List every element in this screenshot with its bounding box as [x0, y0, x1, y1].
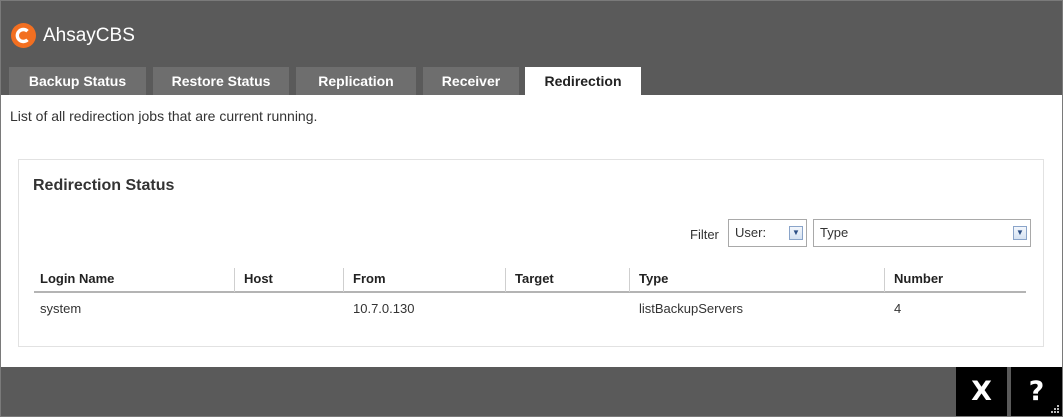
tab-bar: Backup Status Restore Status Replication…: [1, 63, 1062, 95]
cell-login-name: system: [40, 301, 82, 316]
footer-bar: X ?: [1, 367, 1062, 416]
column-header-host[interactable]: Host: [244, 271, 273, 286]
table-header: Login Name Host From Target Type Number: [34, 263, 1026, 293]
tab-redirection[interactable]: Redirection: [525, 67, 641, 95]
type-filter-select[interactable]: Type ▼: [813, 219, 1031, 247]
column-divider: [505, 268, 506, 292]
cell-type: listBackupServers: [639, 301, 744, 316]
type-filter-value: Type: [820, 225, 849, 240]
column-divider: [629, 268, 630, 292]
cell-number: 4: [894, 301, 902, 316]
user-filter-value: User:: [735, 225, 767, 240]
column-divider: [884, 268, 885, 292]
tab-receiver[interactable]: Receiver: [423, 67, 519, 95]
page-description: List of all redirection jobs that are cu…: [10, 108, 318, 124]
column-divider: [234, 268, 235, 292]
column-header-type[interactable]: Type: [639, 271, 668, 286]
column-header-login-name[interactable]: Login Name: [40, 271, 114, 286]
redirection-status-panel: Redirection Status Filter User: ▼ Type ▼…: [18, 159, 1044, 347]
chevron-down-icon: ▼: [1013, 226, 1027, 240]
cell-from: 10.7.0.130: [353, 301, 415, 316]
user-filter-select[interactable]: User: ▼: [728, 219, 807, 247]
column-header-from[interactable]: From: [353, 271, 386, 286]
column-header-number[interactable]: Number: [894, 271, 943, 286]
tab-replication[interactable]: Replication: [296, 67, 416, 95]
tab-restore-status[interactable]: Restore Status: [153, 67, 289, 95]
filter-label: Filter: [690, 227, 719, 242]
panel-title: Redirection Status: [33, 177, 175, 194]
tab-backup-status[interactable]: Backup Status: [9, 67, 146, 95]
resize-grip-icon[interactable]: [1051, 405, 1059, 413]
chevron-down-icon: ▼: [789, 226, 803, 240]
column-header-target[interactable]: Target: [515, 271, 554, 286]
column-divider: [343, 268, 344, 292]
table-row[interactable]: system 10.7.0.130 listBackupServers 4: [34, 297, 1026, 321]
close-button[interactable]: X: [956, 367, 1007, 416]
app-title: AhsayCBS: [43, 25, 135, 46]
ahsay-logo-icon: [11, 23, 36, 48]
title-bar: AhsayCBS: [1, 1, 1062, 63]
